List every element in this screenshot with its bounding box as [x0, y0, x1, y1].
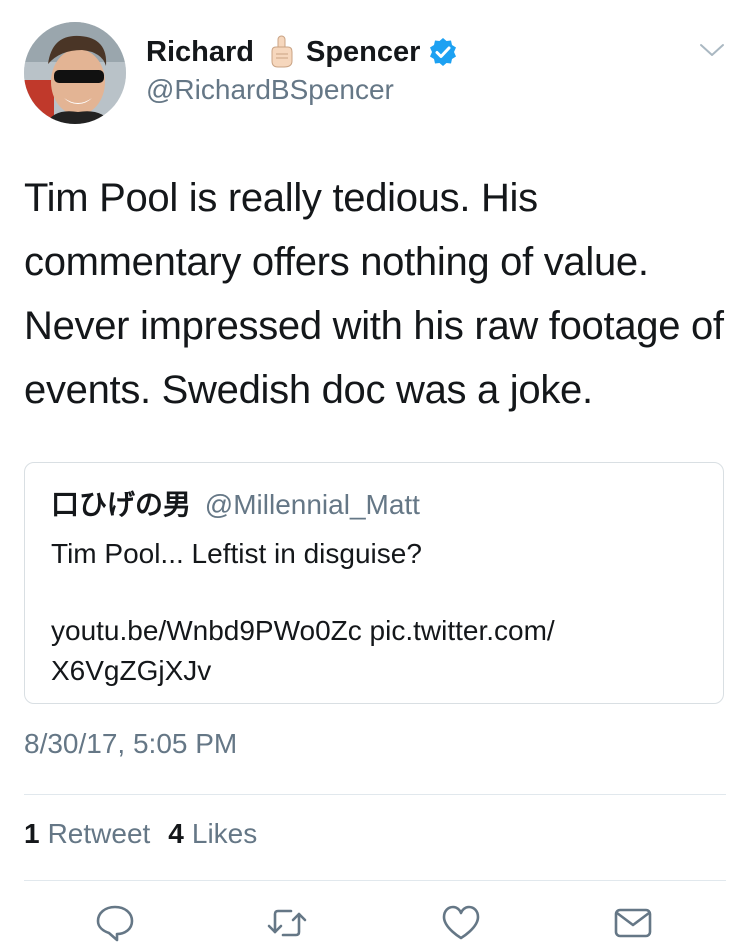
tweet-actions [24, 894, 726, 950]
quoted-author-name: 口ひげの男 [51, 489, 192, 520]
quoted-author-handle: @Millennial_Matt [204, 489, 420, 520]
tweet-header: Richard Spencer @RichardBSpencer [24, 22, 726, 126]
author-handle[interactable]: @RichardBSpencer [146, 74, 394, 106]
quoted-tweet-author: 口ひげの男 @Millennial_Matt [51, 483, 420, 523]
index-pointing-up-emoji-icon [262, 34, 298, 70]
retweet-stat[interactable]: 1 Retweet [24, 818, 150, 850]
author-last-name: Spencer [305, 35, 421, 68]
chevron-down-icon[interactable] [698, 40, 726, 60]
quoted-tweet-text: Tim Pool... Leftist in disguise? [51, 538, 422, 569]
retweet-count: 1 [24, 818, 40, 849]
verified-badge-icon [428, 37, 458, 67]
divider [24, 880, 726, 881]
heart-icon[interactable] [440, 902, 482, 944]
tweet-text: Tim Pool is really tedious. His commenta… [24, 176, 724, 412]
retweet-label: Retweet [47, 818, 151, 849]
divider [24, 794, 726, 795]
reply-icon[interactable] [94, 902, 136, 944]
quoted-link-line-1[interactable]: youtu.be/Wnbd9PWo0Zc pic.twitter.com/ [51, 611, 701, 651]
like-count: 4 [168, 818, 184, 849]
tweet-timestamp: 8/30/17, 5:05 PM [24, 728, 238, 759]
quoted-link-line-2[interactable]: X6VgZGjXJv [51, 651, 701, 691]
avatar[interactable] [24, 22, 126, 124]
retweet-icon[interactable] [266, 902, 308, 944]
quoted-tweet-links: youtu.be/Wnbd9PWo0Zc pic.twitter.com/ X6… [51, 611, 701, 691]
author-first-name: Richard [146, 35, 254, 68]
like-label: Likes [191, 818, 258, 849]
quoted-tweet-card[interactable]: 口ひげの男 @Millennial_Matt Tim Pool... Lefti… [24, 462, 724, 704]
envelope-icon[interactable] [612, 902, 654, 944]
like-stat[interactable]: 4 Likes [168, 818, 257, 850]
engagement-stats: 1 Retweet 4 Likes [24, 818, 257, 850]
author-name[interactable]: Richard Spencer [146, 32, 458, 72]
